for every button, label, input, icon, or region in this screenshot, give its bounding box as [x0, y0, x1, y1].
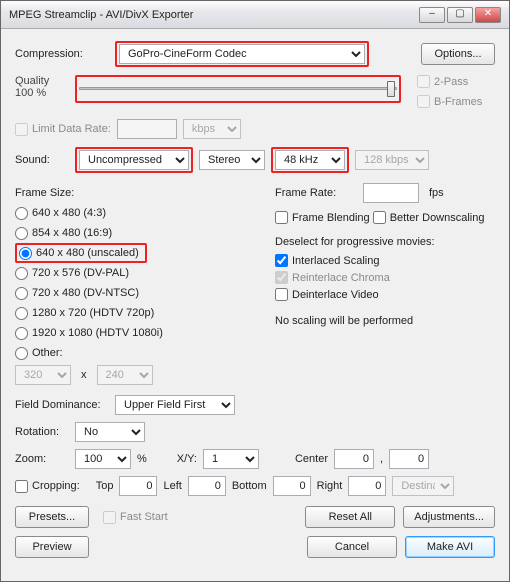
- sound-codec-select[interactable]: Uncompressed: [79, 150, 189, 170]
- fs-label-4: 720 x 480 (DV-NTSC): [32, 287, 139, 299]
- faststart-check: [103, 511, 116, 524]
- compression-highlight: GoPro-CineForm Codec: [115, 41, 369, 67]
- center-x-input[interactable]: [334, 449, 374, 469]
- fs-other-h: 240: [97, 365, 153, 385]
- zoom-label: Zoom:: [15, 453, 69, 465]
- reinterlace-check: [275, 271, 288, 284]
- limit-datarate-unit: kbps: [183, 119, 241, 139]
- fs-label-3: 720 x 576 (DV-PAL): [32, 267, 129, 279]
- twopass-check: [417, 75, 430, 88]
- titlebar[interactable]: MPEG Streamclip - AVI/DivX Exporter – ▢ …: [1, 1, 509, 29]
- twopass-label: 2-Pass: [434, 76, 468, 88]
- adjustments-button[interactable]: Adjustments...: [403, 506, 495, 528]
- reinterlace-label: Reinterlace Chroma: [292, 272, 390, 284]
- quality-label: Quality: [15, 75, 69, 87]
- fielddom-select[interactable]: Upper Field First: [115, 395, 235, 415]
- dialog-content: Compression: GoPro-CineForm Codec Option…: [1, 29, 509, 581]
- makeavi-button[interactable]: Make AVI: [405, 536, 495, 558]
- fs-radio-16x9[interactable]: [15, 227, 28, 240]
- fs-label-2: 640 x 480 (unscaled): [36, 247, 139, 259]
- fs-label-1: 854 x 480 (16:9): [32, 227, 112, 239]
- fs-label-7: Other:: [32, 347, 63, 359]
- window-title: MPEG Streamclip - AVI/DivX Exporter: [9, 9, 193, 21]
- crop-left-l: Left: [163, 480, 181, 492]
- quality-slider[interactable]: [79, 79, 397, 99]
- cropping-label: Cropping:: [32, 480, 80, 492]
- fs-label-5: 1280 x 720 (HDTV 720p): [32, 307, 154, 319]
- fs-label-6: 1920 x 1080 (HDTV 1080i): [32, 327, 163, 339]
- betterdownscaling-label: Better Downscaling: [390, 212, 485, 224]
- center-label: Center: [295, 453, 328, 465]
- maximize-button[interactable]: ▢: [447, 7, 473, 23]
- deinterlace-check[interactable]: [275, 288, 288, 301]
- crop-mode: Destinati: [392, 476, 454, 496]
- center-sep: ,: [380, 453, 383, 465]
- noscaling-note: No scaling will be performed: [275, 315, 495, 327]
- sound-codec-highlight: Uncompressed: [75, 147, 193, 173]
- limit-datarate-check: [15, 123, 28, 136]
- fs-radio-720p[interactable]: [15, 307, 28, 320]
- fs-radio-1080i[interactable]: [15, 327, 28, 340]
- fs-radio-4x3[interactable]: [15, 207, 28, 220]
- fielddom-label: Field Dominance:: [15, 399, 109, 411]
- bframes-check: [417, 95, 430, 108]
- crop-right[interactable]: [348, 476, 386, 496]
- sound-rate-select[interactable]: 48 kHz: [275, 150, 345, 170]
- faststart-label: Fast Start: [120, 511, 168, 523]
- frameblending-check[interactable]: [275, 211, 288, 224]
- sound-rate-highlight: 48 kHz: [271, 147, 349, 173]
- fs-radio-dvpal[interactable]: [15, 267, 28, 280]
- crop-top-l: Top: [96, 480, 114, 492]
- crop-bottom[interactable]: [273, 476, 311, 496]
- sound-bitrate-select: 128 kbps: [355, 150, 429, 170]
- compression-label: Compression:: [15, 48, 109, 60]
- zoom-select[interactable]: 100: [75, 449, 131, 469]
- options-button[interactable]: Options...: [421, 43, 495, 65]
- quality-slider-highlight: [75, 75, 401, 103]
- deselect-note: Deselect for progressive movies:: [275, 236, 495, 248]
- cancel-button[interactable]: Cancel: [307, 536, 397, 558]
- cropping-check[interactable]: [15, 480, 28, 493]
- framerate-label: Frame Rate:: [275, 187, 357, 199]
- sound-channels-select[interactable]: Stereo: [199, 150, 265, 170]
- fs-radio-dvntsc[interactable]: [15, 287, 28, 300]
- zoom-pct: %: [137, 453, 147, 465]
- rotation-label: Rotation:: [15, 426, 69, 438]
- minimize-button[interactable]: –: [419, 7, 445, 23]
- quality-percent: 100 %: [15, 87, 69, 99]
- xy-select[interactable]: 1: [203, 449, 259, 469]
- exporter-window: MPEG Streamclip - AVI/DivX Exporter – ▢ …: [0, 0, 510, 582]
- limit-datarate-label: Limit Data Rate:: [32, 123, 111, 135]
- fs-unscaled-highlight: 640 x 480 (unscaled): [15, 243, 147, 263]
- framesize-label: Frame Size:: [15, 187, 265, 199]
- crop-top[interactable]: [119, 476, 157, 496]
- presets-button[interactable]: Presets...: [15, 506, 89, 528]
- crop-left[interactable]: [188, 476, 226, 496]
- fs-radio-other[interactable]: [15, 347, 28, 360]
- framerate-input[interactable]: [363, 183, 419, 203]
- interlaced-label: Interlaced Scaling: [292, 255, 379, 267]
- compression-select[interactable]: GoPro-CineForm Codec: [119, 44, 365, 64]
- fs-radio-unscaled[interactable]: [19, 247, 32, 260]
- preview-button[interactable]: Preview: [15, 536, 89, 558]
- resetall-button[interactable]: Reset All: [305, 506, 395, 528]
- close-button[interactable]: ✕: [475, 7, 501, 23]
- window-controls: – ▢ ✕: [419, 7, 501, 23]
- framerate-unit: fps: [429, 187, 444, 199]
- betterdownscaling-check[interactable]: [373, 211, 386, 224]
- crop-bottom-l: Bottom: [232, 480, 267, 492]
- sound-label: Sound:: [15, 154, 69, 166]
- bframes-label: B-Frames: [434, 96, 482, 108]
- limit-datarate-input: [117, 119, 177, 139]
- crop-right-l: Right: [317, 480, 343, 492]
- interlaced-check[interactable]: [275, 254, 288, 267]
- deinterlace-label: Deinterlace Video: [292, 289, 379, 301]
- rotation-select[interactable]: No: [75, 422, 145, 442]
- x-separator: x: [75, 369, 93, 381]
- fs-other-w: 320: [15, 365, 71, 385]
- fs-label-0: 640 x 480 (4:3): [32, 207, 106, 219]
- frameblending-label: Frame Blending: [292, 212, 370, 224]
- xy-label: X/Y:: [177, 453, 197, 465]
- center-y-input[interactable]: [389, 449, 429, 469]
